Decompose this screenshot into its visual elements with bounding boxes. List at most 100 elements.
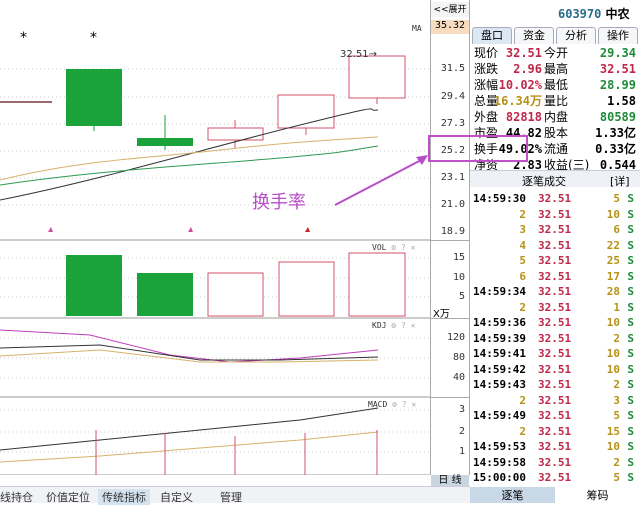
tick-time: 2 (519, 207, 526, 221)
tick-row: 15:00:00 32.51 5 S (470, 471, 640, 487)
tick-row: 14:59:30 32.51 5 S (470, 192, 640, 208)
kdj-label: KDJ (372, 321, 387, 330)
tick-time: 14:59:39 (473, 331, 526, 345)
tick-price: 32.51 (538, 378, 572, 391)
close-icon[interactable]: ✕ (411, 400, 416, 409)
macd-label: MACD (368, 400, 388, 409)
gear-icon[interactable]: ⚙ (392, 400, 397, 409)
tick-side: S (627, 471, 634, 484)
quote-label: 现价 (474, 46, 499, 60)
macd-title: MACD ⚙ ? ✕ (368, 400, 416, 409)
tab-operation[interactable]: 操作 (598, 27, 638, 44)
tick-volume: 5 (613, 192, 620, 205)
tick-side: S (627, 254, 634, 267)
gear-icon[interactable]: ⚙ (391, 321, 396, 330)
tick-row: 2 32.51 15 S (470, 425, 640, 441)
tick-row: 14:59:34 32.51 28 S (470, 285, 640, 301)
tick-time: 2 (519, 300, 526, 314)
quote-value: 2.96 (513, 62, 542, 76)
vol-bar-2 (66, 255, 122, 316)
close-icon[interactable]: ✕ (411, 243, 416, 252)
tick-volume: 5 (613, 471, 620, 484)
tick-side: S (627, 455, 634, 469)
tab-funds[interactable]: 资金 (514, 27, 554, 44)
tab-ticks[interactable]: 逐笔 (470, 487, 555, 503)
tick-time: 2 (519, 424, 526, 438)
tick-price: 32.51 (538, 192, 572, 205)
tab-analysis[interactable]: 分析 (556, 27, 596, 44)
quote-label: 外盘 (474, 110, 499, 124)
tick-volume: 10 (606, 347, 620, 360)
callout-arrow (334, 157, 426, 206)
stock-header: 603970 中农 (470, 0, 640, 25)
vol-title: VOL ⚙ ? ✕ (372, 243, 415, 252)
help-icon[interactable]: ? (401, 321, 406, 330)
kdj-tick: 120 (446, 332, 465, 343)
quote-label: 流通 (544, 142, 569, 156)
period-label[interactable]: 日 线 (431, 475, 469, 486)
tick-time: 5 (519, 254, 526, 267)
quote-row: 外盘 82818 内盘 80589 (474, 109, 638, 125)
marker-star: * (90, 30, 97, 46)
signal-marker (305, 227, 310, 232)
kdj-title: KDJ ⚙ ? ✕ (372, 321, 415, 330)
quote-label: 今开 (544, 46, 569, 60)
price-axis: <<展开 35.32 31.5 29.4 27.3 25.2 23.1 21.0… (430, 0, 470, 486)
price-tick: 29.4 (440, 91, 465, 102)
vol-bar-6 (348, 252, 406, 317)
tick-side: S (627, 223, 634, 236)
stock-name: 中农 (605, 7, 630, 21)
tick-price: 32.51 (538, 393, 572, 407)
quote-bottom-tabs: 逐笔 筹码 (470, 487, 640, 503)
tick-price: 32.51 (538, 285, 572, 298)
tick-row: 14:59:58 32.51 2 S (470, 456, 640, 472)
quote-row: 总量 16.34万 量比 1.58 (474, 93, 638, 109)
quote-row: 涨幅 10.02% 最低 28.99 (474, 77, 638, 93)
tick-volume: 25 (606, 254, 620, 267)
macd-tick: 3 (458, 404, 465, 415)
macd-dea (0, 431, 379, 463)
ticks-header: 逐笔成交 [详] (470, 170, 640, 189)
quote-value: 32.51 (599, 62, 636, 76)
quote-value: 0.33亿 (595, 142, 636, 156)
tick-side: S (627, 440, 634, 453)
kline-svg[interactable] (0, 0, 430, 476)
vol-tick: 15 (452, 252, 465, 263)
price-tick: 23.1 (440, 172, 465, 183)
quote-label: 最高 (544, 62, 569, 76)
tick-price: 32.51 (538, 300, 572, 314)
tick-volume: 2 (613, 378, 620, 391)
tick-price: 32.51 (538, 347, 572, 360)
ma-label: MA (412, 24, 422, 33)
callout-arrowhead (416, 155, 428, 165)
quote-value: 28.99 (599, 78, 636, 92)
quote-value: 29.34 (599, 46, 636, 60)
tick-side: S (627, 316, 634, 329)
tick-price: 32.51 (538, 409, 572, 422)
help-icon[interactable]: ? (402, 400, 407, 409)
quote-label: 涨跌 (474, 62, 499, 76)
tick-price: 32.51 (538, 455, 572, 469)
ticks-detail-link[interactable]: [详] (610, 173, 630, 189)
tick-volume: 15 (606, 424, 620, 438)
tab-chips[interactable]: 筹码 (555, 487, 640, 503)
tick-side: S (627, 300, 634, 314)
kline-chart-area[interactable]: * * 32.51→ 换手率 MA VOL ⚙ ? ✕ KDJ ⚙ ? ✕ MA… (0, 0, 430, 476)
axis-top-value: 35.32 (431, 20, 469, 34)
close-icon[interactable]: ✕ (411, 321, 416, 330)
bottom-tab-bar: 线持仓 价值定位 传统指标 自定义 管理 (0, 486, 470, 505)
expand-button[interactable]: <<展开 (431, 2, 469, 17)
tick-row: 2 32.51 3 S (470, 394, 640, 410)
tab-handicap[interactable]: 盘口 (472, 27, 512, 44)
tick-price: 32.51 (538, 269, 572, 283)
tick-side: S (627, 207, 634, 221)
tick-row: 14:59:36 32.51 10 S (470, 316, 640, 332)
tick-volume: 6 (613, 223, 620, 236)
gear-icon[interactable]: ⚙ (391, 243, 396, 252)
macd-tick: 2 (458, 426, 465, 437)
tick-volume: 3 (613, 393, 620, 407)
tick-volume: 1 (613, 300, 620, 314)
tick-volume: 28 (606, 285, 620, 298)
tick-volume: 22 (606, 238, 620, 252)
help-icon[interactable]: ? (401, 243, 406, 252)
